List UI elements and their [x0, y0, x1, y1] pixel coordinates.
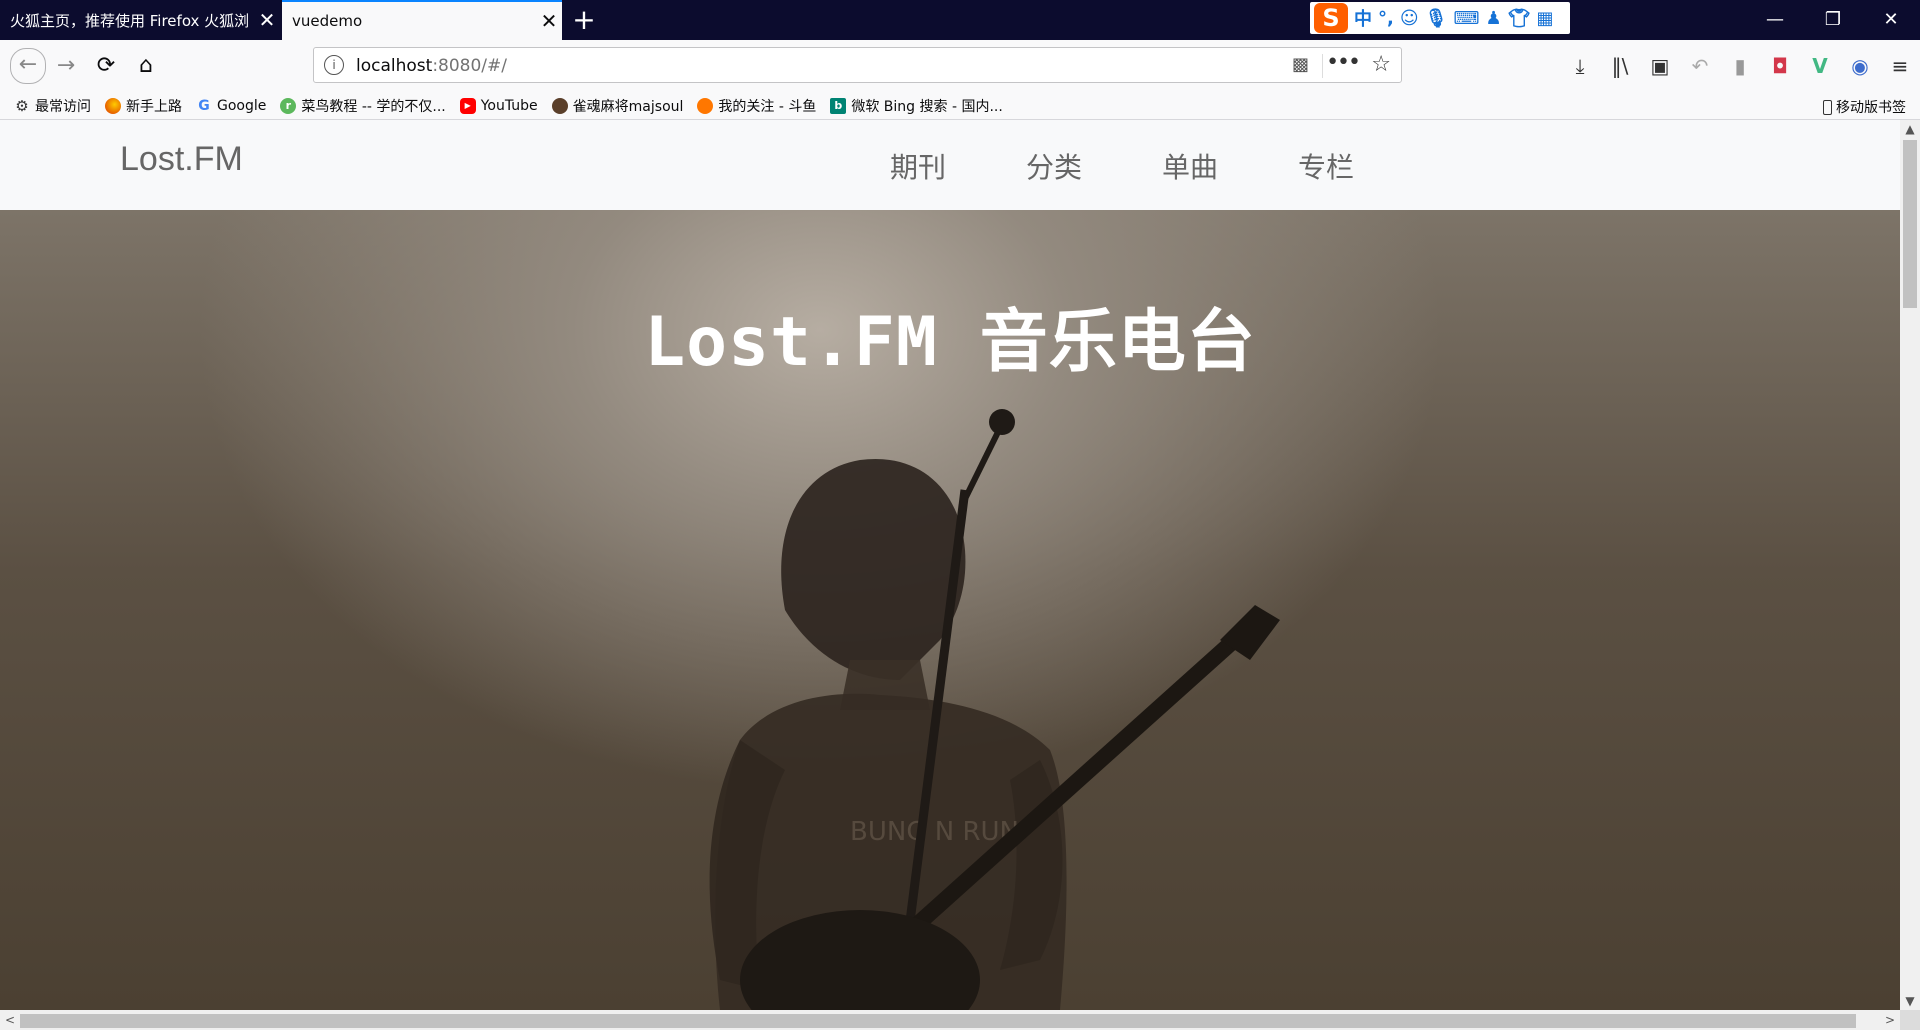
qr-code-icon[interactable]: ▩	[1292, 54, 1309, 75]
tab-vuedemo[interactable]: vuedemo ✕	[282, 0, 562, 40]
vue-devtools-icon[interactable]: V	[1800, 48, 1840, 84]
nav-link-columns[interactable]: 专栏	[1298, 146, 1434, 186]
keyboard-icon[interactable]: ⌨	[1453, 8, 1479, 29]
undo-icon[interactable]: ↶	[1680, 48, 1720, 84]
scroll-down-arrow-icon[interactable]: ▼	[1900, 992, 1920, 1010]
window-controls: — ❐ ✕	[1746, 0, 1920, 40]
user-icon[interactable]: ♟	[1485, 8, 1501, 29]
ime-punct-toggle[interactable]: °,	[1378, 8, 1394, 29]
scrollbar-corner	[1900, 1010, 1920, 1030]
bookmark-youtube[interactable]: ▶ YouTube	[459, 97, 538, 114]
runoob-icon: r	[280, 97, 297, 114]
tab-title: vuedemo	[292, 12, 363, 30]
nav-link-issues[interactable]: 期刊	[890, 146, 1026, 186]
bookmark-bing[interactable]: b 微软 Bing 搜索 - 国内...	[830, 96, 1003, 116]
url-host: localhost	[356, 56, 433, 76]
extension-icon[interactable]: ▮	[1720, 48, 1760, 84]
hero-banner: BUNG N RUN Lost.FM 音乐电台	[0, 210, 1900, 1010]
firefox-icon	[105, 97, 121, 114]
site-brand-link[interactable]: Lost.FM	[120, 140, 243, 179]
forward-button[interactable]: →	[50, 50, 82, 82]
toolbar-icons: ⤓ ‖\ ▣ ↶ ▮ ◘ V ◉ ≡	[1560, 48, 1920, 84]
bookmark-label: YouTube	[480, 97, 538, 114]
download-icon[interactable]: ⤓	[1560, 48, 1600, 84]
site-header: Lost.FM 期刊 分类 单曲 专栏	[0, 120, 1900, 210]
mobile-bookmarks-label: 移动版书签	[1836, 100, 1906, 116]
google-icon: G	[198, 97, 210, 114]
url-text[interactable]: localhost:8080/#/	[356, 56, 507, 76]
microphone-icon[interactable]: 🎙︎	[1425, 8, 1448, 29]
bookmark-douyu[interactable]: 我的关注 - 斗鱼	[697, 96, 816, 116]
bookmark-label: 微软 Bing 搜索 - 国内...	[851, 98, 1003, 115]
bookmarks-toolbar: ⚙ 最常访问 新手上路 G Google r 菜鸟教程 -- 学的不仅... ▶…	[0, 92, 1920, 120]
youtube-icon: ▶	[459, 97, 476, 114]
douyu-icon	[697, 97, 714, 114]
sync-icon[interactable]: ◉	[1840, 48, 1880, 84]
page-viewport: Lost.FM 期刊 分类 单曲 专栏 BUNG N RUN Lost.FM 音…	[0, 120, 1900, 1010]
tab-title: 火狐主页，推荐使用 Firefox 火狐浏	[10, 11, 250, 30]
menu-icon[interactable]: ≡	[1880, 48, 1920, 84]
mobile-bookmarks[interactable]: 移动版书签	[1823, 97, 1906, 117]
bookmark-getting-started[interactable]: 新手上路	[105, 96, 182, 116]
url-path: :8080/#/	[432, 56, 508, 76]
vertical-scrollbar[interactable]: ▲ ▼	[1900, 120, 1920, 1010]
back-button[interactable]: ←	[10, 48, 46, 84]
site-info-icon[interactable]: i	[324, 55, 344, 75]
vertical-scroll-thumb[interactable]	[1903, 140, 1917, 308]
bookmark-label: 最常访问	[35, 98, 91, 115]
horizontal-scrollbar[interactable]: < >	[0, 1010, 1900, 1030]
guitarist-photo: BUNG N RUN	[709, 409, 1280, 1010]
gear-icon: ⚙	[15, 96, 29, 115]
bookmark-star-icon[interactable]: ☆	[1371, 52, 1391, 77]
close-tab-icon[interactable]: ✕	[254, 8, 280, 32]
page-actions-button[interactable]: •••	[1326, 50, 1361, 75]
bookmark-majsoul[interactable]: 雀魂麻将majsoul	[551, 96, 684, 116]
toolbox-icon[interactable]: ▦	[1536, 8, 1553, 29]
url-bar[interactable]: i localhost:8080/#/ ▩ ••• ☆	[313, 47, 1402, 83]
url-separator	[1322, 54, 1323, 78]
bookmark-label: 我的关注 - 斗鱼	[718, 98, 817, 115]
nav-link-categories[interactable]: 分类	[1026, 146, 1162, 186]
sidebar-icon[interactable]: ▣	[1640, 48, 1680, 84]
bookmark-label: 新手上路	[126, 98, 182, 115]
sogou-logo-icon[interactable]: S	[1314, 3, 1348, 33]
horizontal-scroll-thumb[interactable]	[20, 1014, 1856, 1028]
bookmark-runoob[interactable]: r 菜鸟教程 -- 学的不仅...	[280, 96, 446, 116]
ime-toolbar: S 中 °, ☺ 🎙︎ ⌨ ♟ 👕︎ ▦	[1310, 2, 1570, 34]
new-tab-button[interactable]: +	[568, 4, 600, 36]
scroll-up-arrow-icon[interactable]: ▲	[1900, 120, 1920, 138]
close-tab-icon[interactable]: ✕	[536, 9, 562, 33]
emoji-icon[interactable]: ☺	[1400, 8, 1419, 29]
majsoul-icon	[551, 97, 568, 114]
close-window-button[interactable]: ✕	[1862, 0, 1920, 40]
skin-icon[interactable]: 👕︎	[1508, 8, 1531, 29]
minimize-button[interactable]: —	[1746, 0, 1804, 40]
bookmark-most-visited[interactable]: ⚙ 最常访问	[14, 96, 91, 116]
bing-icon: b	[830, 97, 847, 114]
home-button[interactable]: ⌂	[130, 50, 162, 82]
navigation-toolbar: ← → ⟳ ⌂ i localhost:8080/#/ ▩ ••• ☆ ⤓ ‖\…	[0, 40, 1920, 92]
reload-button[interactable]: ⟳	[90, 50, 122, 82]
tab-firefox-home[interactable]: 火狐主页，推荐使用 Firefox 火狐浏 ✕	[0, 0, 280, 40]
scroll-right-arrow-icon[interactable]: >	[1880, 1010, 1900, 1030]
pocket-icon[interactable]: ◘	[1760, 48, 1800, 84]
scroll-left-arrow-icon[interactable]: <	[0, 1010, 20, 1030]
ime-mode-toggle[interactable]: 中	[1354, 5, 1372, 31]
bookmark-label: Google	[217, 97, 267, 114]
tab-bar: 火狐主页，推荐使用 Firefox 火狐浏 ✕ vuedemo ✕ + S 中 …	[0, 0, 1920, 40]
svg-text:BUNG N RUN: BUNG N RUN	[850, 817, 1019, 847]
bookmark-label: 菜鸟教程 -- 学的不仅...	[301, 98, 446, 115]
restore-button[interactable]: ❐	[1804, 0, 1862, 40]
phone-icon	[1823, 99, 1832, 115]
bookmark-label: 雀魂麻将majsoul	[572, 98, 684, 115]
nav-link-singles[interactable]: 单曲	[1162, 146, 1298, 186]
library-icon[interactable]: ‖\	[1600, 48, 1640, 84]
bookmark-google[interactable]: G Google	[196, 98, 266, 114]
site-nav: 期刊 分类 单曲 专栏	[890, 146, 1434, 186]
hero-title: Lost.FM 音乐电台	[644, 303, 1256, 382]
